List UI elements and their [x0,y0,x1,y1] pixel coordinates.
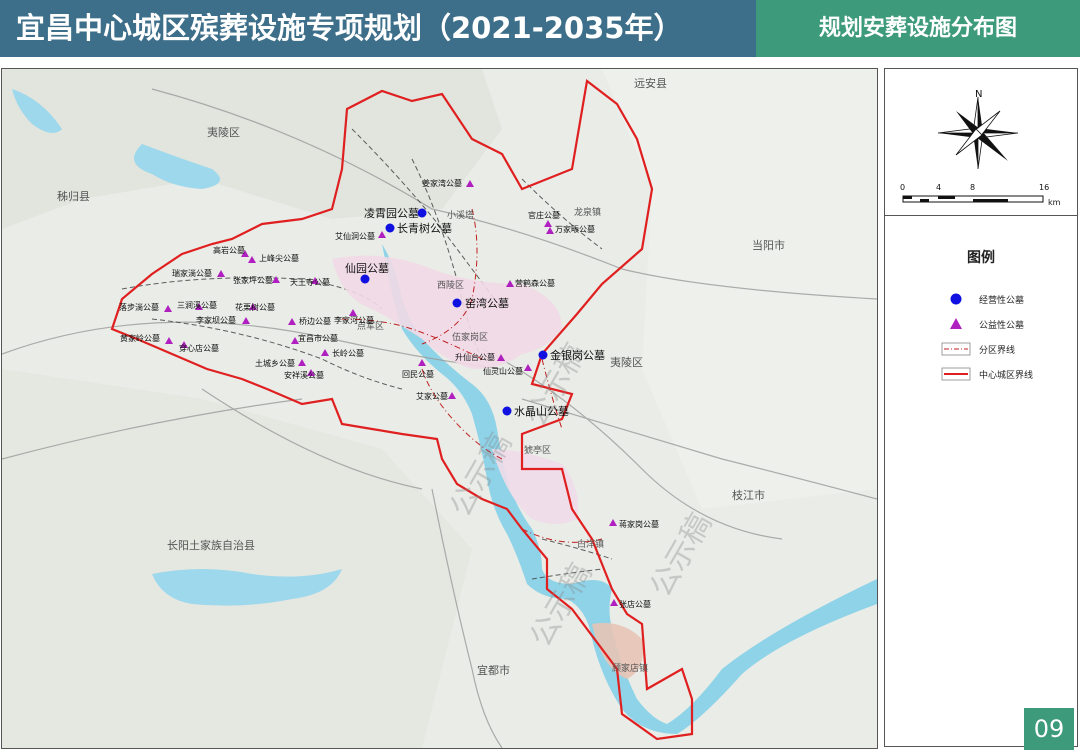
blue-circle-icon [941,291,971,307]
public-cemetery-label: 花栗树公墓 [235,302,275,312]
legend-label: 公益性公墓 [979,320,1025,331]
public-cemetery-label: 官庄公墓 [528,210,560,220]
public-cemetery-label: 三涧溪公墓 [177,300,217,310]
public-cemetery-label: 天王寺公墓 [290,277,330,287]
legend-item-city-boundary: 中心城区界线 [941,364,1077,384]
scale-bar [902,195,1044,203]
public-cemetery-label: 艾仙洞公墓 [335,231,375,241]
scale-tick-16: 16 [1039,183,1049,192]
legend-panel: N 0 4 8 16 km 图例 经营性公墓 公益性公墓 分区界线 中心城区界线 [884,68,1078,747]
dash-dot-line-icon [941,341,971,357]
public-cemetery-label: 张家坪公墓 [233,275,273,285]
region-label: 秭归县 [57,189,90,203]
public-cemetery-label: 仙灵山公墓 [483,366,523,376]
page-number: 09 [1024,708,1074,750]
public-cemetery-label: 艾家公墓 [416,391,448,401]
legend-label: 分区界线 [979,345,1016,356]
district-label: 猇亭区 [524,444,551,456]
north-label: N [975,89,982,100]
region-label: 当阳市 [752,238,785,252]
scale-tick-4: 4 [936,183,941,192]
commercial-cemetery-label: 金银岗公墓 [550,348,605,362]
region-label: 长阳土家族自治县 [167,538,255,552]
district-label: 小溪塔 [447,209,474,221]
public-cemetery-label: 高岩公墓 [213,245,245,255]
district-label: 顾家店镇 [612,662,648,674]
public-cemetery-label: 李家河公墓 [334,315,374,325]
commercial-cemetery-marker[interactable] [452,298,462,308]
legend-item-district-line: 分区界线 [941,339,1077,359]
map-panel[interactable]: 夷陵区 秭归县 远安县 当阳市 枝江市 长阳土家族自治县 宜都市 夷陵区 西陵区… [1,68,878,749]
commercial-cemetery-marker[interactable] [385,223,395,233]
commercial-cemetery-label: 长青树公墓 [397,221,452,235]
commercial-cemetery-marker[interactable] [360,274,370,284]
district-label: 龙泉镇 [574,206,601,218]
public-cemetery-label: 营鹤森公墓 [515,278,555,288]
public-cemetery-label: 黄家岭公墓 [120,333,160,343]
region-label: 夷陵区 [610,356,643,369]
commercial-cemetery-marker[interactable] [502,406,512,416]
scale-unit: km [1048,198,1061,207]
scale-tick-8: 8 [970,183,975,192]
red-double-line-icon [941,366,971,382]
public-cemetery-label: 张店公墓 [619,599,651,609]
public-cemetery-label: 安祥溪公墓 [284,370,324,380]
north-arrow-icon: N 0 4 8 16 km [900,89,1061,207]
region-label: 夷陵区 [207,126,240,139]
region-label: 远安县 [634,76,667,90]
legend-title: 图例 [967,250,995,266]
public-cemetery-label: 姜家湾公墓 [422,178,462,188]
public-cemetery-label: 土城乡公墓 [255,358,295,368]
public-cemetery-label: 穿心店公墓 [179,343,219,353]
commercial-cemetery-label: 水晶山公墓 [514,405,569,418]
public-cemetery-label: 上峰尖公墓 [259,253,299,263]
legend-label: 中心城区界线 [979,370,1034,381]
commercial-cemetery-label: 仙园公墓 [345,262,389,275]
map-canvas: 夷陵区 秭归县 远安县 当阳市 枝江市 长阳土家族自治县 宜都市 夷陵区 西陵区… [2,69,877,748]
public-cemetery-label: 万家畈公墓 [555,224,595,234]
district-label: 白洋镇 [577,538,604,550]
public-cemetery-label: 李家坝公墓 [196,315,236,325]
purple-triangle-icon [941,316,971,332]
page-title: 宜昌中心城区殡葬设施专项规划（2021-2035年） [0,0,756,57]
public-cemetery-label: 宜昌市公墓 [298,333,338,343]
region-label: 枝江市 [732,488,765,502]
public-cemetery-label: 蒋家岗公墓 [619,519,659,529]
legend-item-public: 公益性公墓 [941,314,1077,334]
header: 宜昌中心城区殡葬设施专项规划（2021-2035年） 规划安葬设施分布图 [0,0,1080,57]
district-label: 伍家岗区 [452,331,488,343]
compass-scale-box: N 0 4 8 16 km [885,69,1077,216]
public-cemetery-label: 回民公墓 [402,369,434,379]
public-cemetery-label: 桥边公墓 [299,316,331,326]
public-cemetery-label: 落步淌公墓 [119,302,159,312]
commercial-cemetery-label: 凌霄园公墓 [364,206,419,220]
district-label: 西陵区 [437,280,464,291]
public-cemetery-label: 升仙台公墓 [455,352,495,362]
legend-label: 经营性公墓 [979,295,1025,306]
commercial-cemetery-label: 窑湾公墓 [465,296,509,310]
map-subtitle: 规划安葬设施分布图 [756,0,1080,57]
public-cemetery-label: 长岭公墓 [332,348,364,358]
commercial-cemetery-marker[interactable] [538,350,548,360]
public-cemetery-label: 瑞家淌公墓 [172,268,212,278]
region-label: 宜都市 [477,663,510,677]
scale-tick-0: 0 [900,183,905,192]
legend-item-commercial: 经营性公墓 [941,289,1077,309]
